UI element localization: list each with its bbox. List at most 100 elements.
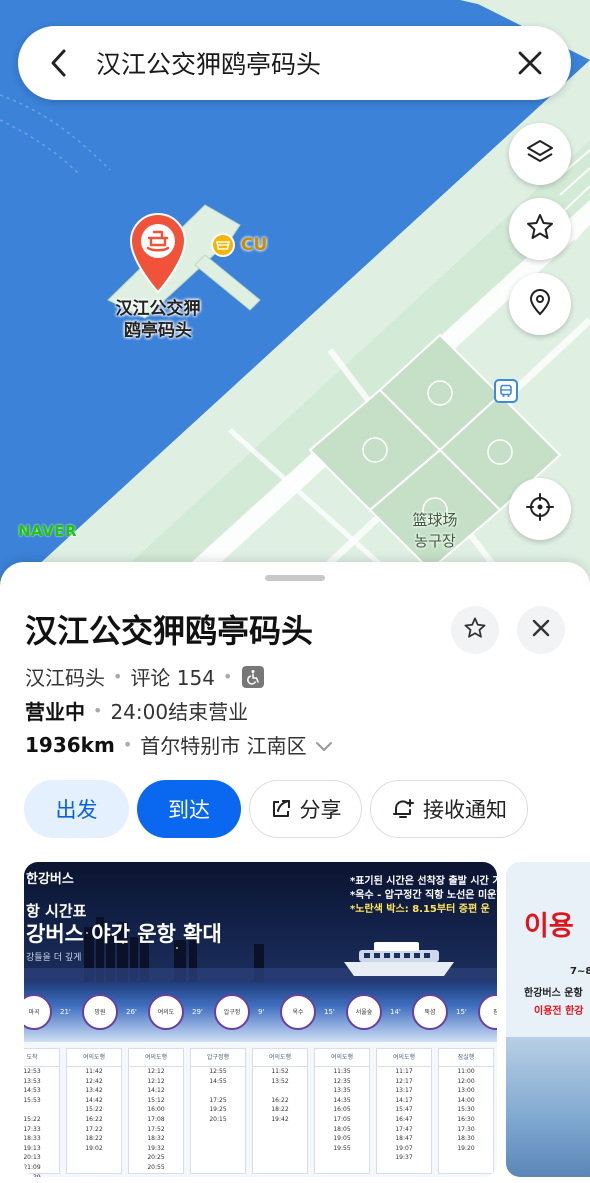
- notice-line-2: 한강버스 운항: [524, 988, 583, 999]
- timetable-cell: 14:55: [209, 1077, 227, 1085]
- route-stop: 압구정: [214, 994, 250, 1030]
- timetable-column: 압구정행 12:55 14:55 17:25 19:25 20:15: [190, 1048, 246, 1174]
- timetable-column-header: 여의도행: [377, 1049, 431, 1067]
- timetable-cell: 12:55: [209, 1068, 227, 1075]
- timetable-cell: 17:25: [209, 1096, 227, 1104]
- timetable-cell: 17:08: [147, 1115, 165, 1123]
- favorite-map-button[interactable]: [509, 198, 571, 260]
- drag-handle[interactable]: [265, 575, 325, 581]
- search-query[interactable]: 汉江公交狎鸥亭码头: [96, 45, 513, 81]
- timetable-cell: [191, 1153, 245, 1163]
- timetable-column: 잠실행 11:00 12:00 13:00 14:00 15:30 16:30 17:30 18…: [438, 1048, 494, 1174]
- timetable-column-header: 여의도행: [315, 1049, 369, 1067]
- save-place-button[interactable]: [451, 606, 499, 654]
- timetable-cell: 21:39: [24, 1173, 59, 1177]
- locate-me-button[interactable]: [509, 478, 571, 540]
- timetable-cell: 19:42: [271, 1115, 289, 1123]
- timetable-cell: 19:32: [147, 1144, 165, 1152]
- timetable-cell: 13:17: [395, 1087, 413, 1095]
- route-travel-time: 21': [60, 1008, 71, 1016]
- notice-line-1: 7~8: [570, 966, 590, 977]
- notice-title: 이용: [524, 911, 574, 942]
- poster-note-1: *표기된 시간은 선착장 출발 시간 기: [350, 876, 497, 887]
- timetable-cell: 19:02: [85, 1144, 103, 1152]
- route-stop: 뚝섬: [412, 994, 448, 1030]
- timetable-cell: 12:17: [395, 1077, 413, 1085]
- search-bar[interactable]: 汉江公交狎鸥亭码头: [18, 26, 571, 100]
- timetable-cell: 11:42: [85, 1068, 103, 1075]
- timetable-cell: 16:47: [395, 1115, 413, 1123]
- route-travel-time: 15': [456, 1008, 467, 1016]
- close-icon[interactable]: [513, 46, 547, 80]
- timetable-cell: 15:47: [395, 1106, 413, 1114]
- timetable-cell: 11:52: [271, 1068, 289, 1075]
- timetable-column-header: 잠실행: [439, 1049, 493, 1067]
- timetable-cell: [67, 1153, 121, 1163]
- timetable-cell: [253, 1163, 307, 1173]
- bus-stop-icon[interactable]: [494, 379, 518, 403]
- timetable-column: 도착 12:53 13:53 14:53 15:53 15:22 17:33 18:33 19…: [24, 1048, 60, 1177]
- arrive-button[interactable]: 到达: [137, 780, 241, 838]
- share-icon: [270, 798, 292, 820]
- place-marker-pin[interactable]: [127, 212, 189, 294]
- timetable-cell: 15:22: [24, 1115, 41, 1123]
- timetable-cell: [191, 1134, 245, 1144]
- route-travel-time: 26': [126, 1008, 137, 1016]
- business-hours-row[interactable]: 营业中 • 24:00结束营业: [25, 696, 248, 725]
- timetable-cell: 12:00: [457, 1077, 475, 1085]
- action-buttons: 出发 到达 分享 接收通知: [24, 780, 528, 838]
- timetable-cell: [129, 1173, 183, 1177]
- timetable-cell: 13:52: [271, 1077, 289, 1085]
- timetable-column-header: 여의도행: [253, 1049, 307, 1067]
- timetable-cell: 15:53: [24, 1096, 41, 1104]
- close-icon: [532, 619, 550, 641]
- timetable-cell: 12:53: [24, 1068, 41, 1075]
- notice-line-3: 이용전 한강: [534, 1006, 584, 1017]
- location-row[interactable]: 1936km • 首尔特别市 江南区: [25, 730, 333, 759]
- timetable-column-header: 여의도행: [129, 1049, 183, 1067]
- store-poi-cu[interactable]: CU: [211, 233, 267, 257]
- timetable-cell: 13:42: [85, 1087, 103, 1095]
- review-count-link[interactable]: 评论 154: [130, 662, 215, 691]
- photo-timetable[interactable]: 한강버스 항 시간표 강버스 야간 운항 확대 강들을 더 깊게 *표기된 시간…: [24, 862, 497, 1177]
- timetable-cell: [67, 1173, 121, 1177]
- timetable-cell: 15:12: [147, 1096, 165, 1104]
- naver-logo: NAVER: [18, 522, 78, 540]
- timetable-cell: [315, 1163, 369, 1173]
- separator-dot: •: [113, 667, 123, 686]
- place-marker-label[interactable]: 汉江公交狎 鸥亭码头: [100, 298, 216, 342]
- photo-notice[interactable]: 이용 7~8 한강버스 운항 이용전 한강: [506, 862, 590, 1177]
- timetable-cell: 20:15: [209, 1115, 227, 1123]
- timetable-cell: 17:47: [395, 1125, 413, 1133]
- timetable-cell: 20:55: [147, 1163, 165, 1171]
- depart-button[interactable]: 出发: [24, 780, 129, 838]
- map-view[interactable]: 汉江公交狎鸥亭码头 汉江公交狎 鸥亭码头 CU 篮球场 농구장 NAVER: [0, 0, 590, 600]
- poster-note-2: *옥수 - 압구정간 직항 노선은 미운항: [350, 890, 497, 901]
- timetable-column-header: 여의도행: [67, 1049, 121, 1067]
- timetable-column: 여의도행 11:42 12:42 13:42 14:42 15:22 16:22 17:22 1…: [66, 1048, 122, 1174]
- timetable-cell: 18:32: [147, 1135, 165, 1143]
- close-sheet-button[interactable]: [517, 606, 565, 654]
- timetable-cell: 19:20: [457, 1144, 475, 1152]
- timetable-cell: 17:05: [333, 1115, 351, 1123]
- timetable-cell: [67, 1163, 121, 1173]
- timetable-cell: [253, 1144, 307, 1154]
- timetable-cell: [315, 1153, 369, 1163]
- chevron-down-icon[interactable]: [315, 733, 333, 757]
- timetable-cell: 14:00: [457, 1096, 475, 1104]
- photo-carousel[interactable]: 한강버스 항 시간표 강버스 야간 운항 확대 강들을 더 깊게 *표기된 시간…: [24, 862, 590, 1178]
- timetable-cell: 12:35: [333, 1077, 351, 1085]
- timetable-cell: 17:22: [85, 1125, 103, 1133]
- saved-places-button[interactable]: [509, 273, 571, 335]
- route-travel-time: 14': [390, 1008, 401, 1016]
- chevron-left-icon[interactable]: [42, 46, 76, 80]
- place-detail-sheet[interactable]: 汉江公交狎鸥亭码头 汉江码头 • 评论 154 • 营业中 • 24:00结束营…: [0, 562, 590, 1183]
- timetable-cell: 16:00: [147, 1106, 165, 1114]
- notify-button[interactable]: 接收通知: [370, 780, 528, 838]
- layers-button[interactable]: [509, 123, 571, 185]
- timetable-cell: [191, 1173, 245, 1177]
- share-button[interactable]: 分享: [249, 780, 362, 838]
- timetable-cell: [253, 1153, 307, 1163]
- timetable-cell: 19:05: [333, 1135, 351, 1143]
- timetable-cell: 16:30: [457, 1115, 475, 1123]
